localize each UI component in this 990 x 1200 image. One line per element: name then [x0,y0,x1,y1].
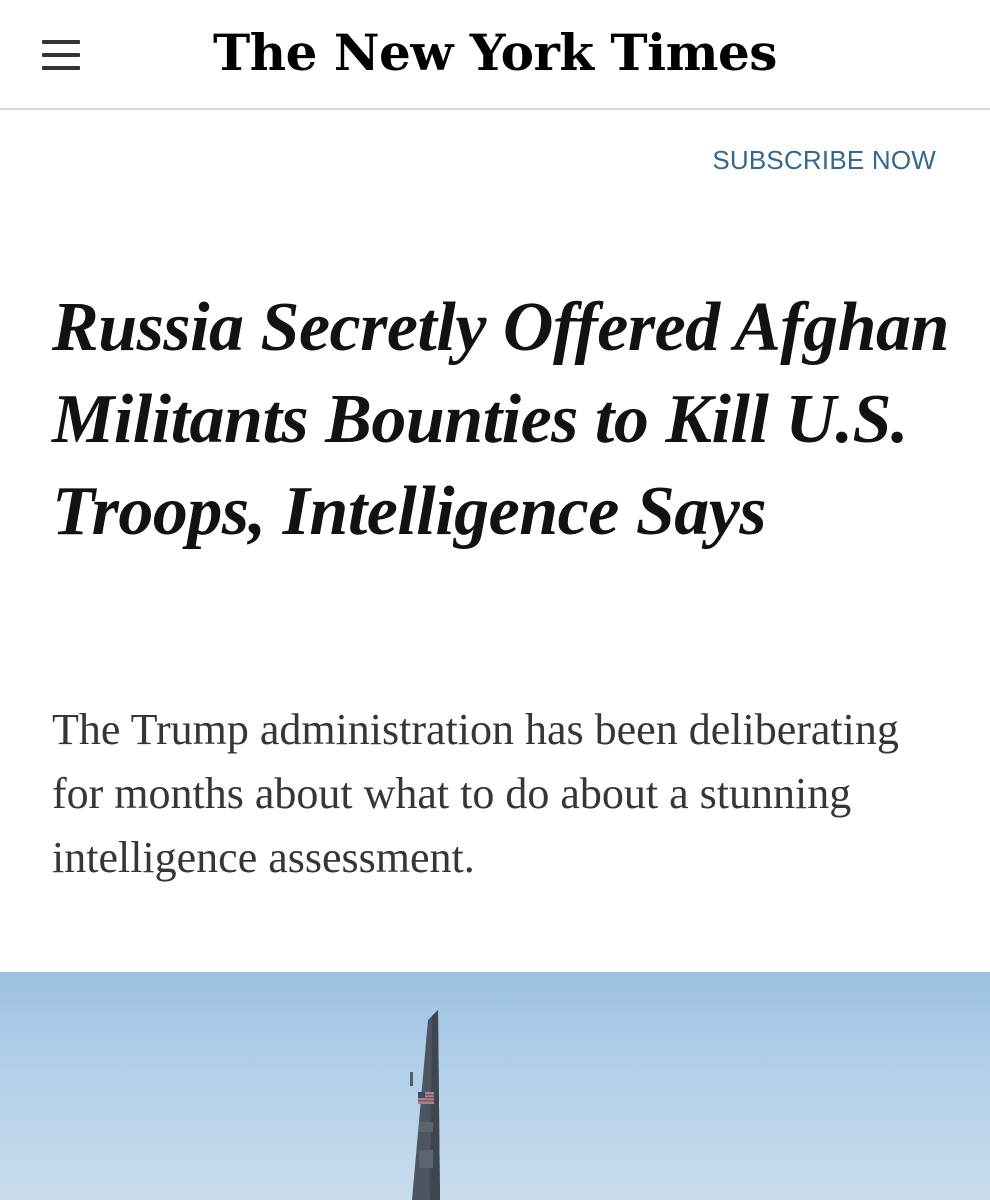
article-headline: Russia Secretly Offered Afghan Militants… [52,289,949,550]
top-bar: The New York Times [0,0,990,110]
subscribe-now-link[interactable]: SUBSCRIBE NOW [712,145,936,176]
lead-image[interactable] [0,972,990,1200]
aircraft-tail-illustration [410,1010,440,1200]
masthead-logo[interactable]: The New York Times [0,18,990,88]
article-summary: The Trump administration has been delibe… [52,705,899,882]
